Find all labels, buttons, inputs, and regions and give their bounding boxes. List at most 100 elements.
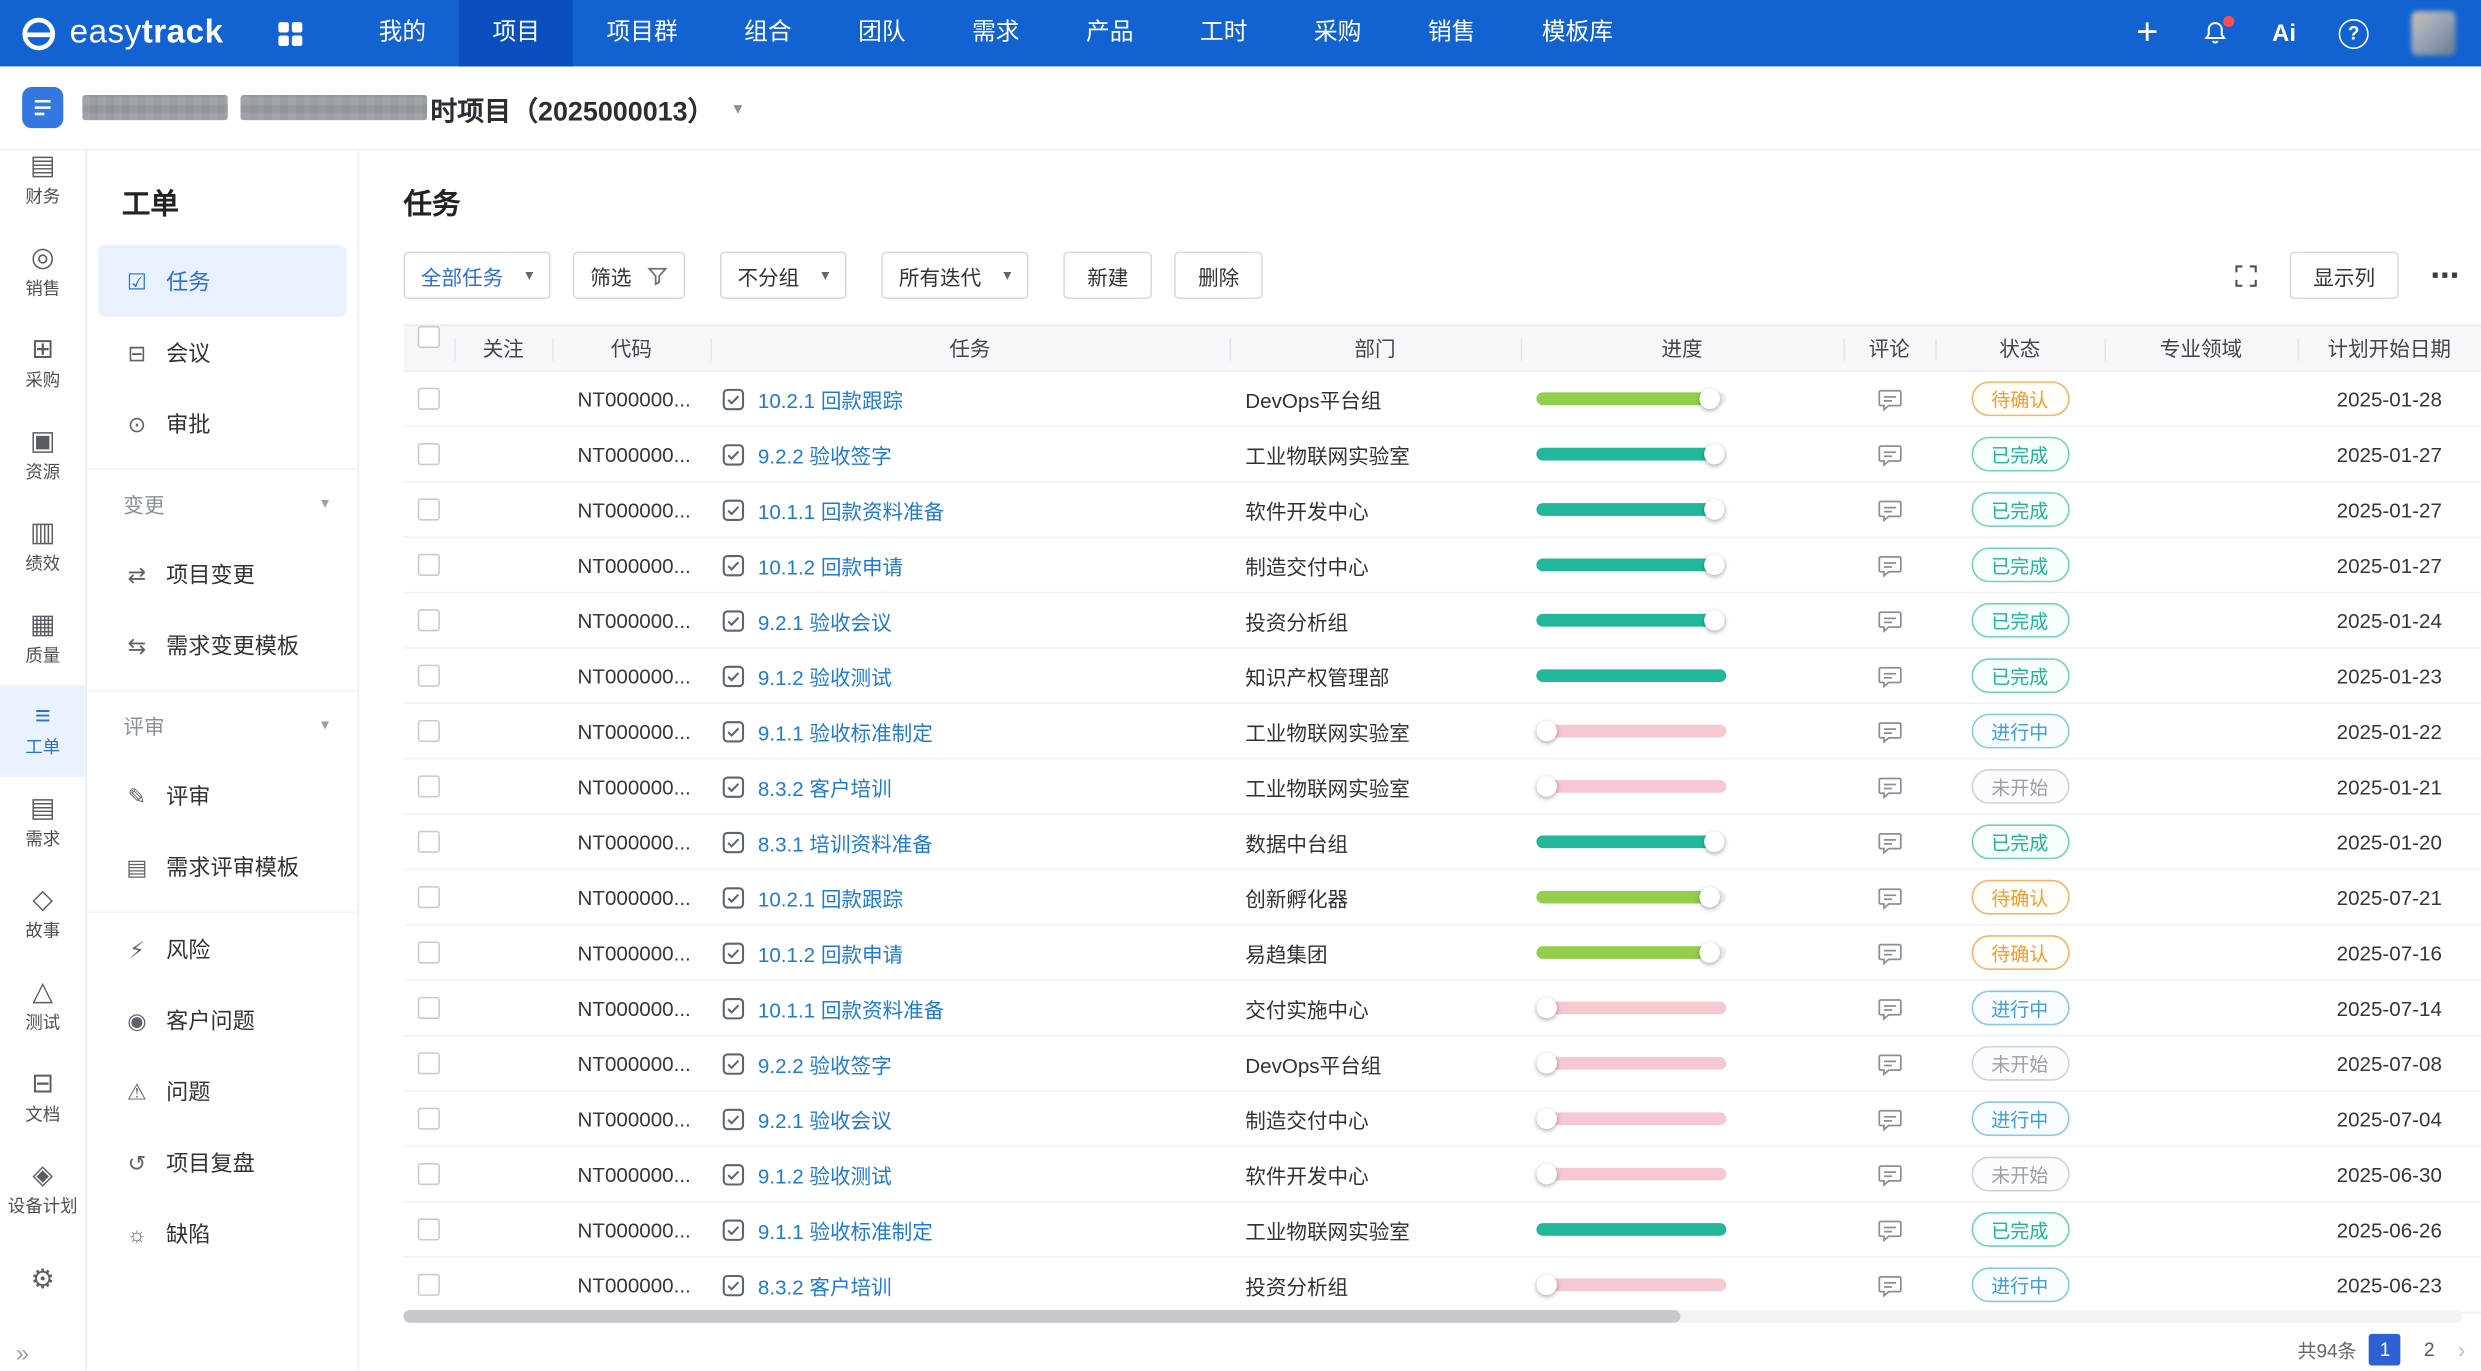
more-actions-button[interactable]: ⋯ [2430, 259, 2462, 292]
row-checkbox[interactable] [418, 720, 440, 742]
notifications-bell-icon[interactable] [2201, 19, 2229, 47]
task-link[interactable]: 10.2.1 回款跟踪 [758, 384, 903, 414]
progress-slider-knob[interactable] [1704, 555, 1725, 576]
user-avatar[interactable] [2411, 11, 2455, 55]
task-link[interactable]: 8.3.2 客户培训 [758, 1270, 892, 1300]
task-link[interactable]: 8.3.2 客户培训 [758, 771, 892, 801]
iteration-select[interactable]: 所有迭代 [882, 252, 1029, 299]
column-header-9[interactable]: 计划开始日期 [2297, 326, 2481, 373]
table-row[interactable]: NT000000... 9.1.1 验收标准制定 工业物联网实验室 已完成 20… [403, 1203, 2481, 1258]
progress-slider[interactable] [1536, 780, 1726, 793]
progress-slider-knob[interactable] [1537, 1108, 1558, 1129]
table-row[interactable]: NT000000... 9.2.1 验收会议 制造交付中心 进行中 2025-0… [403, 1092, 2481, 1147]
column-header-4[interactable]: 部门 [1229, 326, 1520, 373]
progress-slider[interactable] [1536, 1278, 1726, 1291]
progress-slider-knob[interactable] [1704, 610, 1725, 631]
progress-slider[interactable] [1536, 392, 1726, 405]
table-row[interactable]: NT000000... 9.2.1 验收会议 投资分析组 已完成 2025-01… [403, 593, 2481, 648]
rail-item-settings[interactable]: ⚙ [0, 1236, 85, 1328]
progress-slider-knob[interactable] [1700, 887, 1721, 908]
row-checkbox[interactable] [418, 1052, 440, 1074]
project-switcher-caret-icon[interactable]: ▾ [733, 97, 742, 118]
progress-slider[interactable] [1536, 725, 1726, 738]
task-link[interactable]: 9.2.1 验收会议 [758, 605, 892, 635]
table-row[interactable]: NT000000... 9.2.2 验收签字 工业物联网实验室 已完成 2025… [403, 427, 2481, 482]
row-checkbox[interactable] [418, 1218, 440, 1240]
sidebar-item-approvals[interactable]: ⊙ 审批 [98, 388, 346, 459]
rail-item-documents[interactable]: ⊟ 文档 [0, 1052, 85, 1144]
table-row[interactable]: NT000000... 9.1.2 验收测试 知识产权管理部 已完成 2025-… [403, 649, 2481, 704]
progress-slider-knob[interactable] [1537, 776, 1558, 797]
progress-slider-knob[interactable] [1537, 1275, 1558, 1296]
row-checkbox[interactable] [418, 775, 440, 797]
grouping-select[interactable]: 不分组 [720, 252, 847, 299]
progress-slider-knob[interactable] [1537, 721, 1558, 742]
table-row[interactable]: NT000000... 9.1.1 验收标准制定 工业物联网实验室 进行中 20… [403, 704, 2481, 759]
task-link[interactable]: 9.1.2 验收测试 [758, 661, 892, 691]
sidebar-item-tasks[interactable]: ☑ 任务 [98, 245, 346, 316]
easytrack-logo[interactable]: easytrack [19, 13, 224, 53]
nav-item-1[interactable]: 我的 [345, 0, 459, 66]
progress-slider-knob[interactable] [1704, 831, 1725, 852]
nav-item-8[interactable]: 工时 [1167, 0, 1281, 66]
row-checkbox[interactable] [418, 388, 440, 410]
table-row[interactable]: NT000000... 8.3.1 培训资料准备 数据中台组 已完成 2025-… [403, 815, 2481, 870]
rail-item-quality[interactable]: ▦ 质量 [0, 593, 85, 685]
comment-icon[interactable] [1876, 551, 1903, 578]
progress-slider[interactable] [1536, 946, 1726, 959]
progress-slider-knob[interactable] [1537, 1164, 1558, 1185]
fullscreen-icon[interactable] [2234, 263, 2258, 287]
progress-slider[interactable] [1536, 891, 1726, 904]
rail-item-tests[interactable]: △ 测试 [0, 960, 85, 1052]
task-link[interactable]: 8.3.1 培训资料准备 [758, 827, 933, 857]
table-row[interactable]: NT000000... 10.2.1 回款跟踪 创新孵化器 待确认 2025-0… [403, 870, 2481, 925]
rail-item-finance[interactable]: ▤ 财务 [0, 150, 85, 226]
sidebar-item-issues[interactable]: ⚠ 问题 [98, 1055, 346, 1126]
sidebar-item-project-change[interactable]: ⇄ 项目变更 [98, 538, 346, 609]
task-link[interactable]: 10.2.1 回款跟踪 [758, 882, 903, 912]
table-row[interactable]: NT000000... 10.1.1 回款资料准备 交付实施中心 进行中 202… [403, 981, 2481, 1036]
comment-icon[interactable] [1876, 1105, 1903, 1132]
sidebar-item-defects[interactable]: ☼ 缺陷 [98, 1198, 346, 1269]
rail-item-resources[interactable]: ▣ 资源 [0, 410, 85, 502]
comment-icon[interactable] [1876, 1050, 1903, 1077]
sidebar-group-review[interactable]: 评审 ▾ [87, 690, 358, 760]
progress-slider-knob[interactable] [1537, 1053, 1558, 1074]
column-header-3[interactable]: 任务 [710, 326, 1229, 373]
row-checkbox[interactable] [418, 941, 440, 963]
sidebar-item-review[interactable]: ✎ 评审 [98, 760, 346, 831]
row-checkbox[interactable] [418, 665, 440, 687]
sidebar-item-meetings[interactable]: ⊟ 会议 [98, 316, 346, 387]
comment-icon[interactable] [1876, 828, 1903, 855]
create-plus-button[interactable]: + [2136, 14, 2158, 52]
task-link[interactable]: 9.2.2 验收签字 [758, 439, 892, 469]
progress-slider[interactable] [1536, 1168, 1726, 1181]
next-page-icon[interactable]: › [2458, 1337, 2465, 1362]
row-checkbox[interactable] [418, 498, 440, 520]
table-row[interactable]: NT000000... 9.1.2 验收测试 软件开发中心 未开始 2025-0… [403, 1147, 2481, 1202]
nav-item-9[interactable]: 采购 [1281, 0, 1395, 66]
column-header-5[interactable]: 进度 [1521, 326, 1844, 373]
filter-button[interactable]: 筛选 [573, 252, 685, 299]
progress-slider-knob[interactable] [1700, 388, 1721, 409]
select-all-checkbox[interactable] [418, 326, 440, 348]
comment-icon[interactable] [1876, 884, 1903, 911]
table-row[interactable]: NT000000... 8.3.2 客户培训 投资分析组 进行中 2025-06… [403, 1258, 2481, 1313]
task-link[interactable]: 10.1.2 回款申请 [758, 938, 903, 968]
comment-icon[interactable] [1876, 441, 1903, 468]
comment-icon[interactable] [1876, 1216, 1903, 1243]
show-columns-button[interactable]: 显示列 [2290, 252, 2399, 299]
row-checkbox[interactable] [418, 554, 440, 576]
table-row[interactable]: NT000000... 8.3.2 客户培训 工业物联网实验室 未开始 2025… [403, 760, 2481, 815]
rail-item-work-orders[interactable]: ≡ 工单 [0, 685, 85, 777]
task-link[interactable]: 9.2.1 验收会议 [758, 1104, 892, 1134]
progress-slider-knob[interactable] [1704, 499, 1725, 520]
page-button-1[interactable]: 1 [2369, 1334, 2401, 1366]
row-checkbox[interactable] [418, 1108, 440, 1130]
rail-item-equipment-plan[interactable]: ◈ 设备计划 [0, 1144, 85, 1236]
comment-icon[interactable] [1876, 496, 1903, 523]
sidebar-group-change[interactable]: 变更 ▾ [87, 468, 358, 538]
ai-assistant-button[interactable]: Ai [2272, 20, 2296, 47]
horizontal-scrollbar-thumb[interactable] [403, 1310, 1679, 1323]
nav-item-5[interactable]: 团队 [825, 0, 939, 66]
